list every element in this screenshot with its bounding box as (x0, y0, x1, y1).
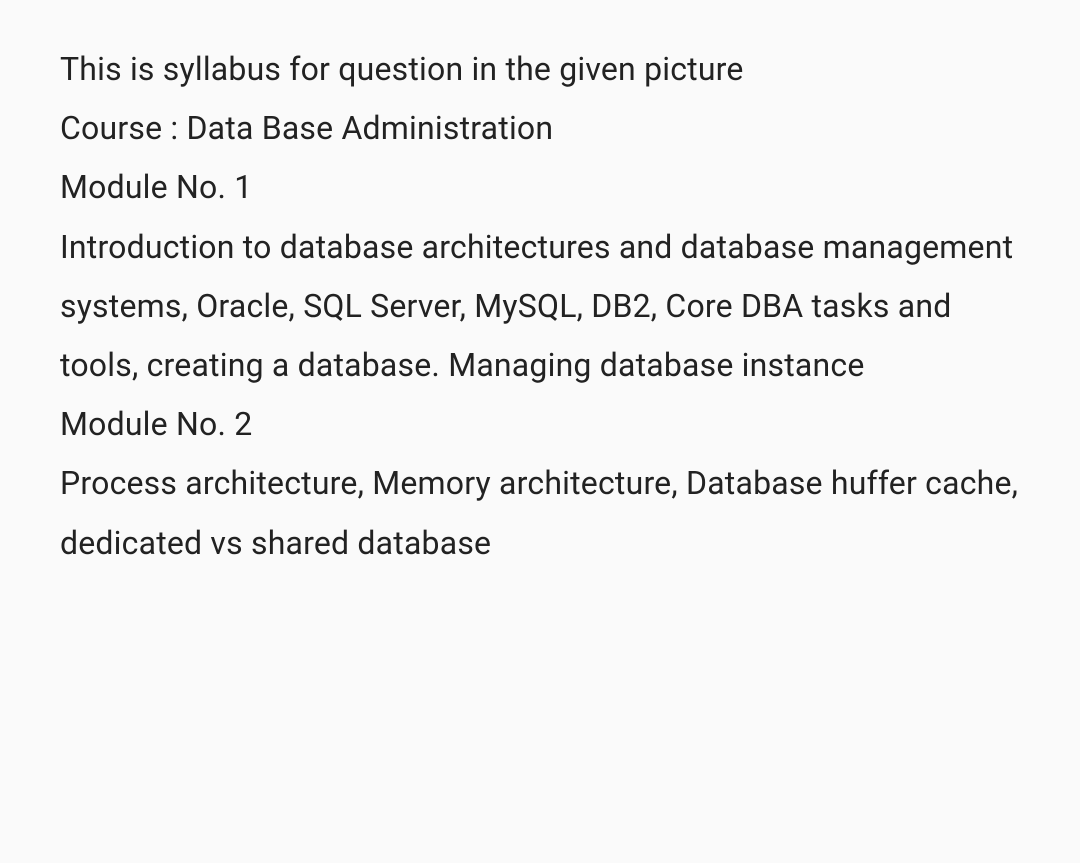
course-line: Course : Data Base Administration (60, 99, 1020, 158)
module-1-body: Introduction to database architectures a… (60, 218, 1020, 396)
module-1-header: Module No. 1 (60, 158, 1020, 217)
intro-text: This is syllabus for question in the giv… (60, 40, 1020, 99)
module-2-body: Process architecture, Memory architectur… (60, 454, 1020, 572)
module-2-header: Module No. 2 (60, 395, 1020, 454)
syllabus-document: This is syllabus for question in the giv… (60, 40, 1020, 573)
